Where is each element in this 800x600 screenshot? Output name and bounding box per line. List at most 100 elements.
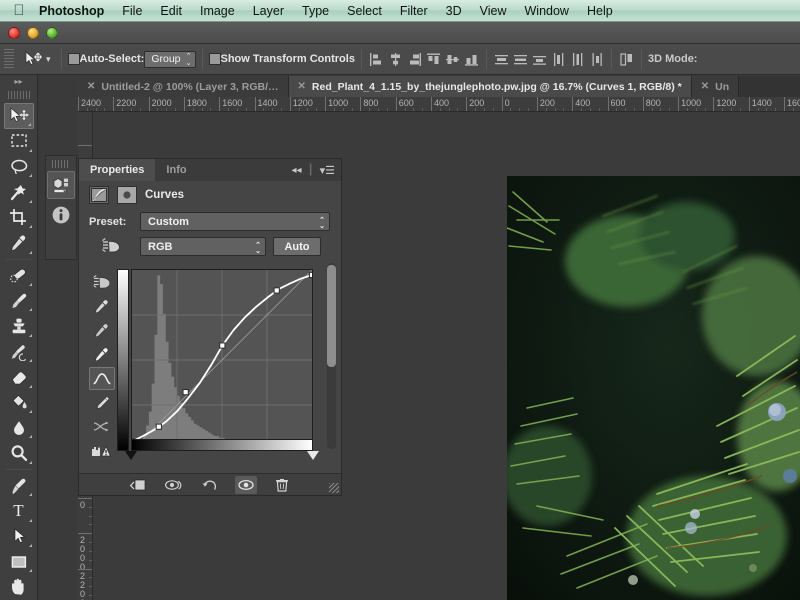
draw-pencil-curve-icon[interactable] bbox=[89, 391, 115, 414]
on-image-hand-icon[interactable] bbox=[89, 271, 115, 294]
distribute-bottom-edges-icon[interactable] bbox=[531, 51, 548, 68]
toggle-layer-visibility-icon[interactable] bbox=[235, 475, 257, 494]
smooth-curve-icon[interactable] bbox=[89, 415, 115, 438]
collapse-to-icons-icon[interactable]: ◂◂ bbox=[292, 165, 302, 176]
channel-dropdown[interactable]: RGB bbox=[140, 237, 266, 256]
white-point-slider[interactable] bbox=[307, 451, 319, 460]
menu-3d[interactable]: 3D bbox=[437, 0, 471, 22]
document-image-red-plant[interactable] bbox=[507, 176, 800, 600]
panel-menu-icon[interactable]: ▾☰ bbox=[320, 164, 335, 177]
rectangular-marquee-tool[interactable] bbox=[4, 129, 34, 154]
show-transform-controls-checkbox[interactable] bbox=[208, 53, 221, 65]
distribute-vertical-centers-icon[interactable] bbox=[512, 51, 529, 68]
reset-adjustment-icon[interactable] bbox=[199, 476, 221, 494]
crop-tool[interactable] bbox=[4, 205, 34, 230]
toolbox-grip[interactable] bbox=[7, 91, 30, 99]
eyedropper-tool[interactable] bbox=[4, 230, 34, 255]
distribute-horizontal-centers-icon[interactable] bbox=[569, 51, 586, 68]
magic-wand-tool[interactable] bbox=[4, 179, 34, 204]
path-selection-tool[interactable] bbox=[4, 524, 34, 549]
layer-mask-icon[interactable] bbox=[117, 186, 137, 204]
distribute-right-edges-icon[interactable] bbox=[588, 51, 605, 68]
pen-tool[interactable] bbox=[4, 473, 34, 498]
menu-layer[interactable]: Layer bbox=[244, 0, 293, 22]
curve-control-point[interactable] bbox=[219, 342, 226, 349]
current-tool-preset[interactable]: ▾ bbox=[19, 50, 55, 68]
panel-resize-grip[interactable] bbox=[329, 483, 339, 493]
panel-vertical-scrollbar[interactable] bbox=[327, 263, 336, 449]
history-brush-tool[interactable] bbox=[4, 339, 34, 364]
preset-dropdown[interactable]: Custom bbox=[140, 212, 330, 231]
scrollbar-thumb[interactable] bbox=[327, 265, 336, 367]
black-point-eyedropper-icon[interactable] bbox=[89, 295, 115, 318]
close-icon[interactable]: ✕ bbox=[701, 81, 709, 92]
clone-stamp-tool[interactable] bbox=[4, 313, 34, 338]
menu-type[interactable]: Type bbox=[293, 0, 338, 22]
align-right-edges-icon[interactable] bbox=[406, 51, 423, 68]
type-tool[interactable]: T bbox=[4, 498, 34, 523]
white-point-eyedropper-icon[interactable] bbox=[89, 343, 115, 366]
rectangle-shape-tool[interactable] bbox=[4, 549, 34, 574]
dodge-tool[interactable] bbox=[4, 440, 34, 465]
spot-healing-brush-tool[interactable] bbox=[4, 263, 34, 288]
menu-filter[interactable]: Filter bbox=[391, 0, 437, 22]
on-image-adjustment-icon[interactable] bbox=[89, 237, 133, 256]
properties-dock-icon[interactable] bbox=[47, 171, 75, 199]
document-tab-red-plant[interactable]: ✕ Red_Plant_4_1.15_by_thejunglephoto.pw.… bbox=[288, 76, 692, 97]
menu-edit[interactable]: Edit bbox=[151, 0, 191, 22]
blur-tool[interactable] bbox=[4, 415, 34, 440]
auto-select-dropdown[interactable]: Group bbox=[144, 50, 196, 68]
align-bottom-edges-icon[interactable] bbox=[463, 51, 480, 68]
dock-strip-grip[interactable] bbox=[52, 160, 70, 168]
auto-button[interactable]: Auto bbox=[273, 237, 321, 256]
align-horizontal-centers-icon[interactable] bbox=[387, 51, 404, 68]
paint-bucket-tool[interactable] bbox=[4, 390, 34, 415]
document-tab-untitled-2[interactable]: ✕ Untitled-2 @ 100% (Layer 3, RGB/… bbox=[78, 76, 289, 97]
tab-properties[interactable]: Properties bbox=[79, 159, 156, 181]
edit-points-curve-icon[interactable] bbox=[89, 367, 115, 390]
expand-panel-icon[interactable]: ▸▸ bbox=[0, 75, 38, 89]
brush-tool[interactable] bbox=[4, 288, 34, 313]
document-tab-untitled-3[interactable]: ✕ Un bbox=[691, 76, 740, 97]
curve-graph[interactable] bbox=[117, 269, 319, 463]
auto-select-checkbox[interactable] bbox=[67, 53, 80, 65]
menu-window[interactable]: Window bbox=[516, 0, 578, 22]
info-dock-icon[interactable] bbox=[47, 201, 75, 229]
eraser-tool[interactable] bbox=[4, 364, 34, 389]
black-point-slider[interactable] bbox=[125, 451, 137, 460]
close-icon[interactable]: ✕ bbox=[298, 81, 306, 92]
hand-tool[interactable] bbox=[4, 574, 34, 599]
menu-help[interactable]: Help bbox=[578, 0, 622, 22]
distribute-top-edges-icon[interactable] bbox=[493, 51, 510, 68]
menu-file[interactable]: File bbox=[113, 0, 151, 22]
align-left-edges-icon[interactable] bbox=[368, 51, 385, 68]
menu-image[interactable]: Image bbox=[191, 0, 244, 22]
curve-grid-area[interactable] bbox=[131, 269, 313, 451]
tab-info[interactable]: Info bbox=[155, 159, 197, 181]
toggle-previous-state-icon[interactable] bbox=[163, 476, 185, 494]
clip-to-layer-icon[interactable] bbox=[127, 476, 149, 494]
distribute-left-edges-icon[interactable] bbox=[550, 51, 567, 68]
minimize-button[interactable] bbox=[27, 26, 39, 39]
align-vertical-centers-icon[interactable] bbox=[444, 51, 461, 68]
close-icon[interactable]: ✕ bbox=[87, 81, 95, 92]
horizontal-ruler[interactable]: 2400 2200 2000 1800 1600 1400 1200 1000 800 600 40… bbox=[78, 97, 800, 112]
options-bar-grip[interactable] bbox=[4, 49, 14, 69]
delete-adjustment-layer-icon[interactable] bbox=[271, 476, 293, 494]
curve-control-point[interactable] bbox=[308, 271, 312, 279]
curves-adjustment-icon[interactable] bbox=[89, 186, 109, 204]
lasso-tool[interactable] bbox=[4, 154, 34, 179]
gray-point-eyedropper-icon[interactable] bbox=[89, 319, 115, 342]
menu-photoshop[interactable]: Photoshop bbox=[30, 0, 113, 22]
clipping-warning-icon[interactable] bbox=[89, 439, 115, 462]
zoom-button[interactable] bbox=[46, 26, 58, 39]
apple-logo-icon[interactable]:  bbox=[8, 3, 30, 18]
menu-select[interactable]: Select bbox=[338, 0, 391, 22]
curve-control-point[interactable] bbox=[182, 389, 189, 396]
auto-align-layers-icon[interactable] bbox=[618, 51, 635, 68]
curve-control-point[interactable] bbox=[273, 287, 280, 294]
move-tool[interactable] bbox=[3, 102, 34, 129]
align-top-edges-icon[interactable] bbox=[425, 51, 442, 68]
menu-view[interactable]: View bbox=[471, 0, 516, 22]
curve-control-point[interactable] bbox=[155, 423, 162, 430]
